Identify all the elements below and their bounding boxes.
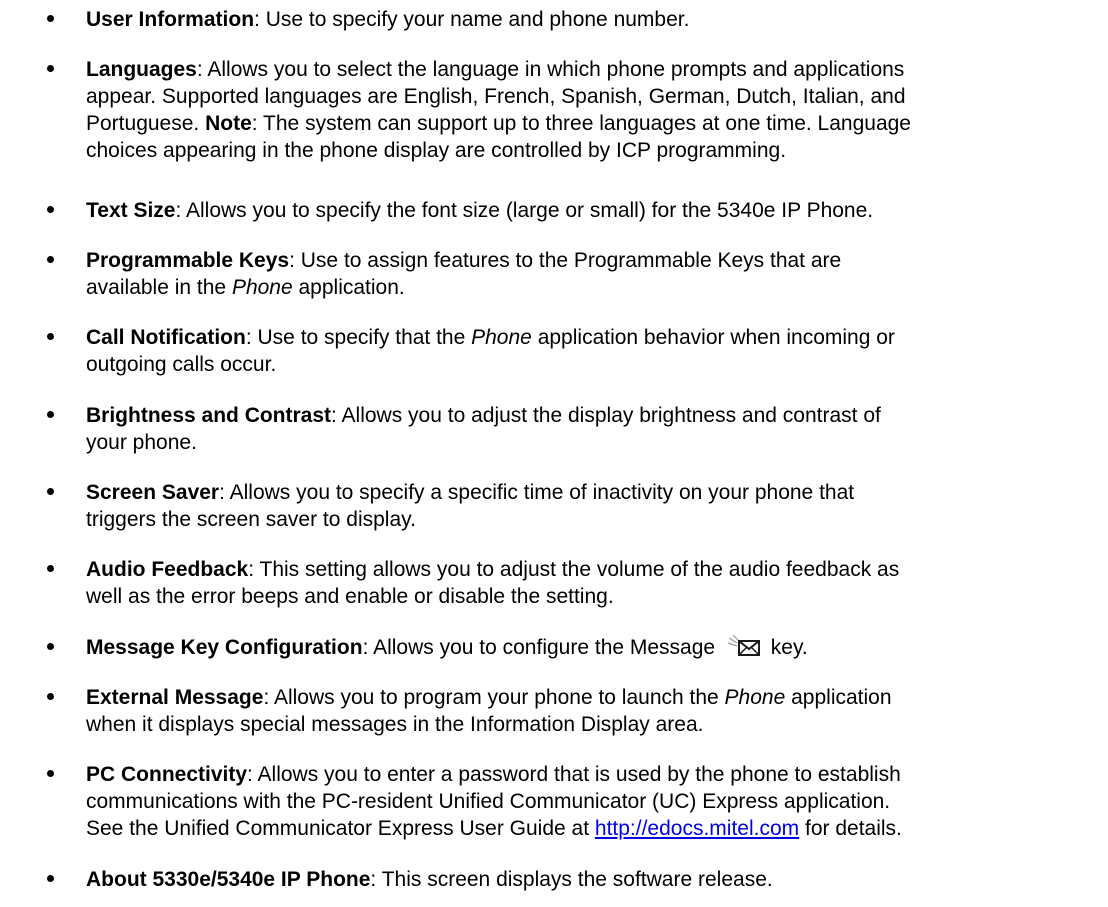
term: External Message bbox=[86, 686, 264, 709]
bullet bbox=[47, 693, 54, 700]
message-envelope-icon bbox=[727, 634, 761, 664]
bullet bbox=[47, 256, 54, 263]
term: User Information bbox=[86, 8, 255, 31]
bullet bbox=[47, 65, 54, 72]
bullet bbox=[47, 411, 54, 418]
note-label: Note bbox=[205, 112, 252, 135]
bullet bbox=[47, 333, 54, 340]
term: Programmable Keys bbox=[86, 249, 290, 272]
bullet bbox=[47, 875, 54, 882]
term: About 5330e/5340e IP Phone bbox=[86, 868, 371, 891]
term: PC Connectivity bbox=[86, 763, 248, 786]
bullet bbox=[47, 206, 54, 213]
term: Text Size bbox=[86, 199, 176, 222]
term: Brightness and Contrast bbox=[86, 404, 332, 427]
term: Audio Feedback bbox=[86, 558, 249, 581]
bullet bbox=[47, 15, 54, 22]
term: Languages bbox=[86, 58, 197, 81]
term: Message Key Configuration bbox=[86, 636, 363, 659]
edocs-link[interactable]: http://edocs.mitel.com bbox=[595, 817, 799, 840]
bullet bbox=[47, 565, 54, 572]
bullet bbox=[47, 770, 54, 777]
bullet bbox=[47, 488, 54, 495]
term: Call Notification bbox=[86, 326, 246, 349]
term: Screen Saver bbox=[86, 481, 220, 504]
bullet bbox=[47, 643, 54, 650]
